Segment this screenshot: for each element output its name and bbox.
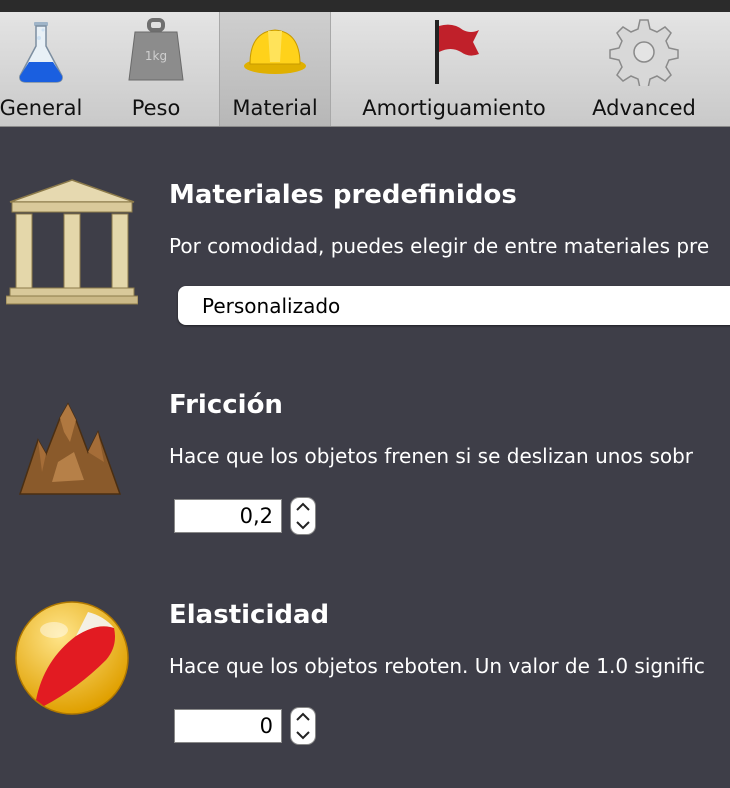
flag-icon bbox=[435, 20, 479, 84]
materials-select-value: Personalizado bbox=[202, 294, 341, 318]
temple-icon bbox=[6, 179, 138, 305]
friction-title: Fricción bbox=[169, 390, 283, 420]
chevron-down-icon[interactable] bbox=[291, 516, 315, 534]
elasticity-input[interactable]: 0 bbox=[174, 709, 282, 743]
window-top-strip bbox=[0, 0, 730, 12]
friction-stepper[interactable] bbox=[291, 498, 315, 534]
tab-material-label: Material bbox=[232, 96, 318, 120]
materials-description: Por comodidad, puedes elegir de entre ma… bbox=[169, 234, 710, 258]
beachball-icon bbox=[15, 601, 129, 715]
tab-peso[interactable]: 1kg Peso bbox=[106, 12, 206, 126]
weight-icon-text: 1kg bbox=[145, 49, 167, 63]
weight-icon: 1kg bbox=[128, 18, 184, 81]
tab-general-label: General bbox=[0, 96, 83, 120]
friction-description: Hace que los objetos frenen si se desliz… bbox=[169, 444, 694, 468]
tab-amortiguamiento-label: Amortiguamiento bbox=[362, 96, 546, 120]
hardhat-icon bbox=[244, 29, 306, 74]
tab-amortiguamiento[interactable]: Amortiguamiento bbox=[355, 12, 553, 126]
chevron-down-icon[interactable] bbox=[291, 726, 315, 744]
chevron-up-icon[interactable] bbox=[291, 708, 315, 726]
materials-title: Materiales predefinidos bbox=[169, 180, 517, 210]
materials-select[interactable]: Personalizado bbox=[178, 286, 730, 325]
preferences-toolbar: General 1kg Peso Material Amortiguamient… bbox=[0, 12, 730, 127]
friction-input[interactable]: 0,2 bbox=[174, 499, 282, 533]
flask-icon bbox=[19, 22, 63, 83]
tab-advanced[interactable]: Advanced bbox=[586, 12, 702, 126]
mountain-icon bbox=[18, 402, 122, 495]
tab-general[interactable]: General bbox=[0, 12, 86, 126]
elasticity-title: Elasticidad bbox=[169, 600, 330, 630]
tab-material[interactable]: Material bbox=[219, 12, 331, 126]
tab-peso-label: Peso bbox=[131, 96, 181, 120]
chevron-up-icon[interactable] bbox=[291, 498, 315, 516]
tab-advanced-label: Advanced bbox=[592, 96, 696, 120]
elasticity-description: Hace que los objetos reboten. Un valor d… bbox=[169, 654, 705, 678]
elasticity-stepper[interactable] bbox=[291, 708, 315, 744]
gear-icon bbox=[609, 19, 679, 86]
